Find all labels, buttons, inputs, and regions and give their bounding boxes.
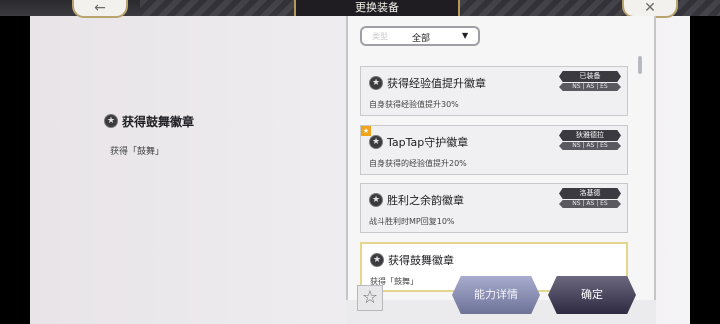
equipment-card[interactable]: ★ 获得经验值提升徽章 自身获得经验值提升30% 已装备 NS | AS | E… xyxy=(360,66,628,116)
equipped-status-tag: 已装备 xyxy=(559,71,621,82)
favorite-star-button[interactable]: ☆ xyxy=(357,285,383,311)
type-filter-dropdown[interactable]: 类型 全部 ▼ xyxy=(360,26,480,46)
badge-emblem-icon: ★ xyxy=(104,114,118,128)
owner-name-tag: 洛基德 xyxy=(559,188,621,199)
owner-name-tag: 狄雅德拉 xyxy=(559,130,621,141)
new-star-icon: ★ xyxy=(361,126,371,136)
screen-title: 更换装备 xyxy=(294,0,460,16)
version-tags: NS | AS | ES xyxy=(559,142,621,150)
card-description: 自身获得的经验值提升20% xyxy=(369,159,467,168)
detail-description: 获得「鼓舞」 xyxy=(110,147,165,157)
close-icon: ✕ xyxy=(644,0,656,16)
version-tags: NS | AS | ES xyxy=(559,83,621,91)
star-icon: ☆ xyxy=(361,287,379,308)
chevron-down-icon: ▼ xyxy=(462,31,469,40)
version-tags: NS | AS | ES xyxy=(559,200,621,208)
equipment-card[interactable]: ★ 胜利之余韵徽章 战斗胜利时MP回复10% 洛基德 NS | AS | ES xyxy=(360,183,628,233)
card-description: 战斗胜利时MP回复10% xyxy=(369,217,455,226)
detail-title: 获得鼓舞徽章 xyxy=(122,115,195,129)
back-arrow-icon: ← xyxy=(94,0,106,16)
badge-emblem-icon: ★ xyxy=(370,253,384,267)
card-title: 获得经验值提升徽章 xyxy=(387,77,486,90)
equipment-card[interactable]: ★ ★ TapTap守护徽章 自身获得的经验值提升20% 狄雅德拉 NS | A… xyxy=(360,125,628,175)
card-title: 获得鼓舞徽章 xyxy=(388,254,454,267)
filter-label: 类型 xyxy=(372,32,388,41)
list-scrollbar[interactable] xyxy=(638,56,642,74)
badge-emblem-icon: ★ xyxy=(369,193,383,207)
card-description: 自身获得经验值提升30% xyxy=(369,100,459,109)
card-title: TapTap守护徽章 xyxy=(387,136,469,149)
back-button[interactable]: ← xyxy=(72,0,128,18)
game-screen: 更换装备 ← ✕ ★ 获得鼓舞徽章 获得「鼓舞」 类型 全部 ▼ ★ 获得经验值… xyxy=(0,0,720,324)
card-title: 胜利之余韵徽章 xyxy=(387,194,464,207)
badge-emblem-icon: ★ xyxy=(369,76,383,90)
badge-emblem-icon: ★ xyxy=(369,135,383,149)
confirm-button[interactable]: 确定 xyxy=(548,276,636,314)
filter-value: 全部 xyxy=(412,34,431,44)
header-decoration-right xyxy=(460,0,720,16)
ability-details-button[interactable]: 能力详情 xyxy=(452,276,540,314)
